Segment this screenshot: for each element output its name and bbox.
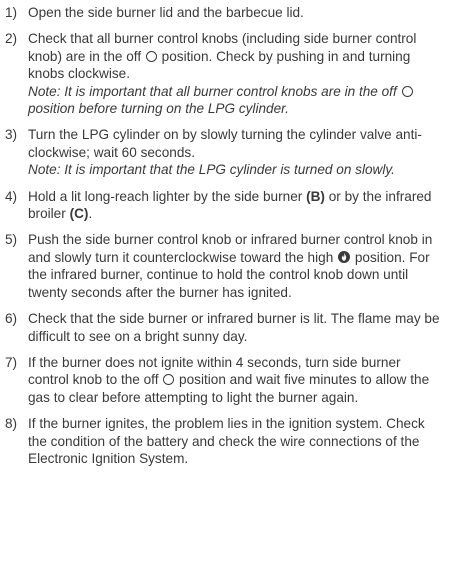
step-number: 2) bbox=[5, 31, 18, 47]
step-note: Note: It is important that all burner co… bbox=[28, 84, 414, 116]
step-number: 1) bbox=[5, 5, 18, 20]
step-5: 5) Push the side burner control knob or … bbox=[5, 231, 445, 301]
label-c: (C) bbox=[69, 206, 89, 222]
step-text: Open the side burner lid and the barbecu… bbox=[28, 5, 304, 20]
step-text: Hold a lit long-reach lighter by the sid… bbox=[28, 188, 432, 222]
step-2: 2) Check that all burner control knobs (… bbox=[5, 30, 445, 117]
step-text: If the burner ignites, the problem lies … bbox=[28, 416, 425, 466]
step-note: Note: It is important that the LPG cylin… bbox=[28, 162, 395, 178]
step-1: 1) Open the side burner lid and the barb… bbox=[5, 4, 445, 21]
flame-high-icon bbox=[338, 250, 351, 263]
off-circle-icon bbox=[145, 50, 157, 62]
step-text: Check that the side burner or infrared b… bbox=[28, 311, 440, 344]
step-number: 6) bbox=[5, 311, 18, 327]
step-text: Turn the LPG cylinder on by slowly turni… bbox=[28, 127, 422, 178]
step-number: 8) bbox=[5, 416, 18, 432]
off-circle-icon bbox=[401, 85, 413, 97]
step-number: 5) bbox=[5, 232, 18, 248]
step-text: Push the side burner control knob or inf… bbox=[28, 232, 433, 300]
step-number: 4) bbox=[5, 188, 18, 204]
step-8: 8) If the burner ignites, the problem li… bbox=[5, 415, 445, 467]
step-text: If the burner does not ignite within 4 s… bbox=[28, 354, 430, 405]
step-number: 7) bbox=[5, 354, 18, 370]
step-7: 7) If the burner does not ignite within … bbox=[5, 354, 445, 406]
label-b: (B) bbox=[306, 188, 325, 204]
instruction-steps: 1) Open the side burner lid and the barb… bbox=[0, 0, 451, 467]
step-6: 6) Check that the side burner or infrare… bbox=[5, 310, 445, 345]
step-text: Check that all burner control knobs (inc… bbox=[28, 31, 417, 117]
step-4: 4) Hold a lit long-reach lighter by the … bbox=[5, 188, 445, 223]
step-3: 3) Turn the LPG cylinder on by slowly tu… bbox=[5, 126, 445, 178]
step-number: 3) bbox=[5, 127, 18, 143]
off-circle-icon bbox=[163, 374, 175, 386]
